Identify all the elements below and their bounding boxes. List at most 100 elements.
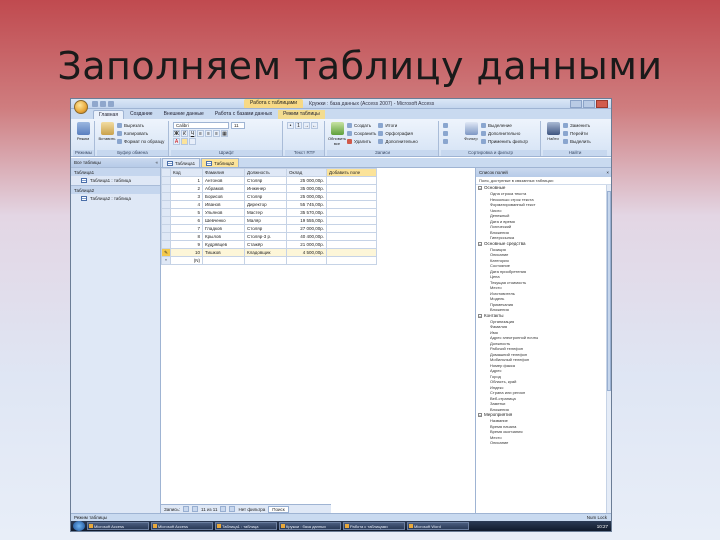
add-field-cell[interactable]: [326, 248, 377, 257]
maximize-button[interactable]: [583, 99, 595, 108]
nav-item-table2[interactable]: Таблица2 : таблица: [71, 194, 160, 203]
table-cell[interactable]: Антонов: [202, 176, 245, 185]
fill-color-icon[interactable]: [181, 138, 188, 145]
close-icon[interactable]: ×: [606, 168, 609, 177]
filter-status[interactable]: Нет фильтра: [238, 507, 265, 512]
indent-icon[interactable]: →: [303, 122, 310, 129]
taskbar-item[interactable]: Таблица1 : таблица: [215, 522, 277, 530]
nav-pane-header[interactable]: Все таблицы «: [71, 158, 160, 167]
align-right-icon[interactable]: ≡: [213, 130, 220, 137]
align-center-icon[interactable]: ≡: [205, 130, 212, 137]
chevron-left-icon[interactable]: «: [155, 158, 158, 167]
paste-button[interactable]: Вставить: [99, 122, 115, 149]
table-cell[interactable]: 2: [170, 184, 203, 193]
taskbar-item[interactable]: Microsoft Access: [151, 522, 213, 530]
goto-button[interactable]: Перейти: [563, 130, 591, 137]
table-cell[interactable]: 6: [170, 216, 203, 225]
undo-icon[interactable]: [100, 100, 106, 107]
sort-asc-button[interactable]: [443, 122, 461, 129]
table-cell[interactable]: 27 000,00р.: [286, 224, 327, 233]
table-cell[interactable]: Кладовщик: [244, 248, 287, 257]
table-cell[interactable]: 55 745,00р.: [286, 200, 327, 209]
table-row[interactable]: 1 Антонов Столяр 25 000,00р.: [161, 176, 377, 185]
field-list-scrollbar[interactable]: [606, 185, 611, 513]
scrollbar-thumb[interactable]: [607, 191, 611, 391]
table-row[interactable]: 4 Иванов Директор 55 745,00р.: [161, 200, 377, 209]
new-record-button[interactable]: Создать: [347, 122, 376, 129]
font-family-select[interactable]: Calibri: [173, 122, 229, 129]
table-row[interactable]: 7 Гладков Столяр 27 000,00р.: [161, 224, 377, 233]
column-header[interactable]: Оклад: [286, 168, 327, 177]
taskbar-item[interactable]: Кружки : база данных: [279, 522, 341, 530]
field-template-item[interactable]: Описание: [476, 440, 605, 446]
select-all-cell[interactable]: [161, 168, 171, 177]
redo-icon[interactable]: [108, 100, 114, 107]
numbering-icon[interactable]: 1: [295, 122, 302, 129]
font-color-icon[interactable]: A: [173, 138, 180, 145]
start-button[interactable]: [73, 521, 85, 531]
save-record-button[interactable]: Сохранить: [347, 130, 376, 137]
next-record-button[interactable]: [220, 506, 227, 512]
refresh-all-button[interactable]: Обновить все: [328, 122, 346, 149]
taskbar-item[interactable]: Работа с таблицами: [343, 522, 405, 530]
table-cell[interactable]: Столяр: [244, 224, 287, 233]
tab-create[interactable]: Создание: [125, 110, 158, 119]
align-left-icon[interactable]: ≡: [197, 130, 204, 137]
add-field-cell[interactable]: [326, 200, 377, 209]
row-selector[interactable]: [161, 176, 171, 185]
table-cell[interactable]: Маляр: [244, 216, 287, 225]
copy-button[interactable]: Копировать: [117, 130, 164, 137]
find-button[interactable]: Найти: [545, 122, 561, 149]
advanced-filter-button[interactable]: Дополнительно: [481, 130, 528, 137]
sort-desc-button[interactable]: [443, 130, 461, 137]
table-cell[interactable]: 4 500,00р.: [286, 248, 327, 257]
office-button[interactable]: [74, 99, 88, 114]
table-cell[interactable]: Крылов: [202, 232, 245, 241]
gridlines-icon[interactable]: ▦: [221, 130, 228, 137]
format-painter-button[interactable]: Формат по образцу: [117, 138, 164, 145]
table-cell[interactable]: 3: [170, 192, 203, 201]
italic-button[interactable]: К: [181, 130, 188, 137]
row-selector[interactable]: [161, 240, 171, 249]
table-cell[interactable]: [244, 256, 287, 265]
row-selector[interactable]: [161, 208, 171, 217]
outdent-icon[interactable]: ←: [311, 122, 318, 129]
font-size-select[interactable]: 11: [231, 122, 245, 129]
bullets-icon[interactable]: •: [287, 122, 294, 129]
save-icon[interactable]: [92, 100, 98, 107]
table-row[interactable]: 9 Кудрявцев Стажёр 21 000,00р.: [161, 240, 377, 249]
table-cell[interactable]: 25 000,00р.: [286, 176, 327, 185]
close-button[interactable]: [596, 99, 608, 108]
table-row[interactable]: 8 Крылов Столяр-3 р. 40 400,00р.: [161, 232, 377, 241]
doc-tab-table1[interactable]: Таблица1: [162, 158, 201, 167]
delete-record-button[interactable]: Удалить: [347, 138, 376, 145]
table-cell[interactable]: Кудрявцев: [202, 240, 245, 249]
spelling-button[interactable]: Орфография: [378, 130, 417, 137]
row-selector[interactable]: [161, 200, 171, 209]
add-field-cell[interactable]: [326, 232, 377, 241]
record-position[interactable]: 11 из 11: [201, 507, 217, 512]
last-record-button[interactable]: [229, 506, 236, 512]
table-cell[interactable]: Иванов: [202, 200, 245, 209]
nav-group-table2[interactable]: Таблица2: [71, 185, 160, 194]
table-cell[interactable]: 25 000,00р.: [286, 192, 327, 201]
table-cell[interactable]: Мастер: [244, 208, 287, 217]
collapse-icon[interactable]: −: [478, 186, 482, 191]
table-row[interactable]: 6 Шевченко Маляр 19 555,00р.: [161, 216, 377, 225]
view-button[interactable]: Режим: [75, 122, 91, 149]
add-field-cell[interactable]: [326, 208, 377, 217]
table-cell[interactable]: 35 570,00р.: [286, 208, 327, 217]
row-selector[interactable]: [161, 192, 171, 201]
table-cell[interactable]: Шевченко: [202, 216, 245, 225]
table-cell[interactable]: Столяр: [244, 192, 287, 201]
select-button[interactable]: Выделить: [563, 138, 591, 145]
row-selector[interactable]: ✎: [161, 248, 171, 257]
selection-button[interactable]: Выделение: [481, 122, 528, 129]
tab-home[interactable]: Главная: [93, 110, 125, 119]
new-record-marker[interactable]: (N): [170, 256, 203, 265]
column-header[interactable]: Фамилия: [202, 168, 245, 177]
row-selector[interactable]: [161, 224, 171, 233]
table-cell[interactable]: 5: [170, 208, 203, 217]
more-records-button[interactable]: Дополнительно: [378, 138, 418, 145]
nav-item-table1[interactable]: Таблица1 : таблица: [71, 176, 160, 185]
